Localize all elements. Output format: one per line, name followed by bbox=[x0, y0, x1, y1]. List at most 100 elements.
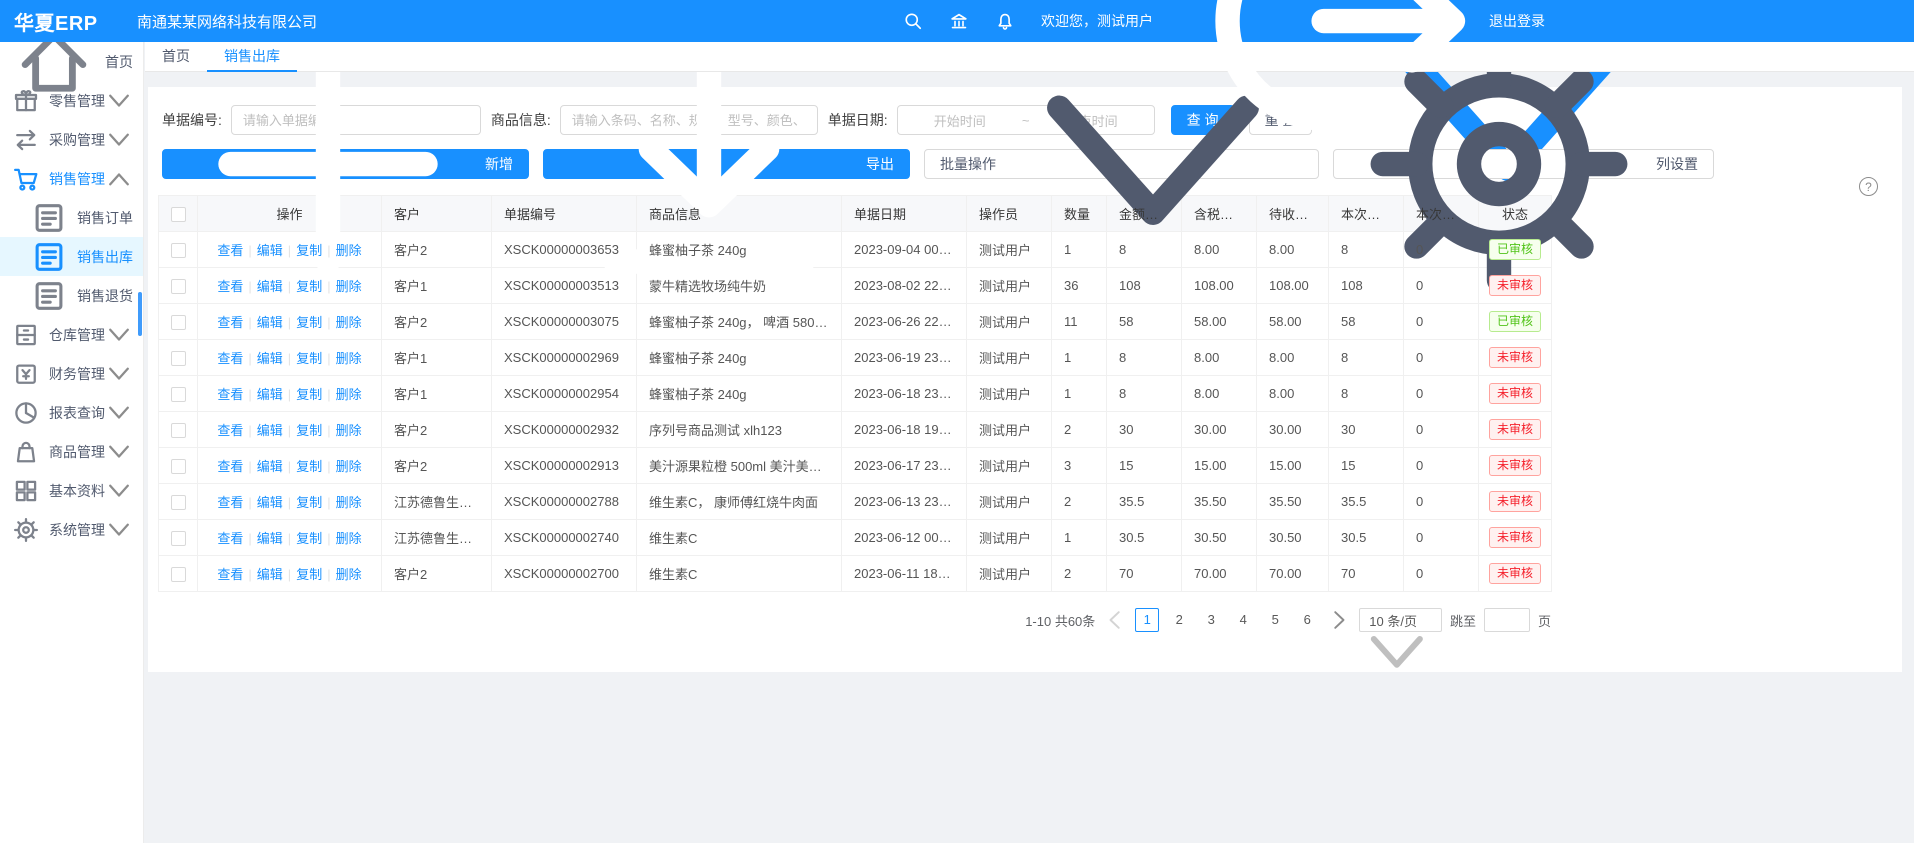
action-delete-link[interactable]: 删除 bbox=[336, 351, 362, 366]
tab-home[interactable]: 首页 bbox=[145, 42, 207, 72]
action-separator: | bbox=[327, 315, 330, 330]
cell-amount-total: 70 bbox=[1107, 556, 1182, 592]
tenant-bank-icon[interactable] bbox=[949, 11, 969, 31]
action-edit-link[interactable]: 编辑 bbox=[257, 387, 283, 402]
notification-bell-icon[interactable] bbox=[995, 11, 1015, 31]
row-checkbox[interactable] bbox=[171, 531, 186, 546]
sidebar-item-reports[interactable]: 报表查询 bbox=[0, 393, 143, 432]
sidebar-item-sales-return[interactable]: 销售退货 bbox=[0, 276, 143, 315]
table-row: 查看|编辑|复制|删除客户1XSCK00000002969蜂蜜柚子茶 240g2… bbox=[159, 340, 1552, 376]
action-view-link[interactable]: 查看 bbox=[217, 351, 243, 366]
sidebar-item-goods[interactable]: 商品管理 bbox=[0, 432, 143, 471]
action-copy-link[interactable]: 复制 bbox=[296, 243, 322, 258]
action-edit-link[interactable]: 编辑 bbox=[257, 423, 283, 438]
action-copy-link[interactable]: 复制 bbox=[296, 567, 322, 582]
cell-actions: 查看|编辑|复制|删除 bbox=[198, 556, 382, 592]
sidebar-scrollbar-thumb[interactable] bbox=[138, 292, 142, 336]
pagination-page-4[interactable]: 4 bbox=[1231, 608, 1255, 632]
status-badge: 已审核 bbox=[1489, 311, 1541, 332]
status-badge: 未审核 bbox=[1489, 347, 1541, 368]
action-copy-link[interactable]: 复制 bbox=[296, 495, 322, 510]
export-button[interactable]: 导出 bbox=[543, 149, 910, 179]
action-view-link[interactable]: 查看 bbox=[217, 495, 243, 510]
action-view-link[interactable]: 查看 bbox=[217, 567, 243, 582]
action-view-link[interactable]: 查看 bbox=[217, 243, 243, 258]
row-checkbox[interactable] bbox=[171, 567, 186, 582]
cell-date: 2023-06-18 19:49:39 bbox=[842, 412, 967, 448]
action-copy-link[interactable]: 复制 bbox=[296, 315, 322, 330]
action-delete-link[interactable]: 删除 bbox=[336, 243, 362, 258]
sidebar-item-sales-order[interactable]: 销售订单 bbox=[0, 198, 143, 237]
action-edit-link[interactable]: 编辑 bbox=[257, 315, 283, 330]
row-checkbox[interactable] bbox=[171, 315, 186, 330]
action-edit-link[interactable]: 编辑 bbox=[257, 351, 283, 366]
column-settings-label: 列设置 bbox=[1656, 154, 1698, 174]
row-checkbox[interactable] bbox=[171, 387, 186, 402]
column-header-date: 单据日期 bbox=[842, 196, 967, 232]
page-size-select[interactable]: 10 条/页 bbox=[1359, 608, 1442, 632]
pagination-page-3[interactable]: 3 bbox=[1199, 608, 1223, 632]
action-copy-link[interactable]: 复制 bbox=[296, 531, 322, 546]
action-delete-link[interactable]: 删除 bbox=[336, 495, 362, 510]
sidebar-item-finance[interactable]: 财务管理 bbox=[0, 354, 143, 393]
action-view-link[interactable]: 查看 bbox=[217, 531, 243, 546]
action-separator: | bbox=[248, 567, 251, 582]
help-icon[interactable]: ? bbox=[1859, 177, 1878, 196]
action-delete-link[interactable]: 删除 bbox=[336, 315, 362, 330]
add-button[interactable]: 新增 bbox=[162, 149, 529, 179]
row-checkbox[interactable] bbox=[171, 351, 186, 366]
action-copy-link[interactable]: 复制 bbox=[296, 351, 322, 366]
action-edit-link[interactable]: 编辑 bbox=[257, 279, 283, 294]
sidebar-item-purchase[interactable]: 采购管理 bbox=[0, 120, 143, 159]
action-copy-link[interactable]: 复制 bbox=[296, 387, 322, 402]
action-edit-link[interactable]: 编辑 bbox=[257, 243, 283, 258]
action-view-link[interactable]: 查看 bbox=[217, 423, 243, 438]
sidebar-item-home[interactable]: 首页 bbox=[0, 42, 143, 81]
row-checkbox[interactable] bbox=[171, 279, 186, 294]
action-delete-link[interactable]: 删除 bbox=[336, 423, 362, 438]
sidebar-item-sales-outbound[interactable]: 销售出库 bbox=[0, 237, 143, 276]
tab-sales-outbound[interactable]: 销售出库 bbox=[207, 42, 297, 72]
row-checkbox[interactable] bbox=[171, 423, 186, 438]
action-view-link[interactable]: 查看 bbox=[217, 387, 243, 402]
search-icon[interactable] bbox=[903, 11, 923, 31]
action-view-link[interactable]: 查看 bbox=[217, 315, 243, 330]
pagination-page-5[interactable]: 5 bbox=[1263, 608, 1287, 632]
sidebar-item-sales[interactable]: 销售管理 bbox=[0, 159, 143, 198]
action-view-link[interactable]: 查看 bbox=[217, 459, 243, 474]
action-copy-link[interactable]: 复制 bbox=[296, 459, 322, 474]
action-delete-link[interactable]: 删除 bbox=[336, 387, 362, 402]
sidebar-item-system[interactable]: 系统管理 bbox=[0, 510, 143, 549]
action-delete-link[interactable]: 删除 bbox=[336, 279, 362, 294]
sidebar-item-label: 销售管理 bbox=[49, 169, 105, 189]
logout-button[interactable]: 退出登录 bbox=[1183, 0, 1545, 171]
action-edit-link[interactable]: 编辑 bbox=[257, 459, 283, 474]
action-separator: | bbox=[288, 459, 291, 474]
pagination-pages: 123456 bbox=[1135, 608, 1319, 632]
cell-received: 70 bbox=[1329, 556, 1404, 592]
action-view-link[interactable]: 查看 bbox=[217, 279, 243, 294]
row-checkbox[interactable] bbox=[171, 495, 186, 510]
action-edit-link[interactable]: 编辑 bbox=[257, 531, 283, 546]
action-delete-link[interactable]: 删除 bbox=[336, 459, 362, 474]
pagination-page-2[interactable]: 2 bbox=[1167, 608, 1191, 632]
action-separator: | bbox=[327, 243, 330, 258]
action-copy-link[interactable]: 复制 bbox=[296, 423, 322, 438]
row-checkbox[interactable] bbox=[171, 243, 186, 258]
pagination-page-1[interactable]: 1 bbox=[1135, 608, 1159, 632]
sidebar-item-warehouse[interactable]: 仓库管理 bbox=[0, 315, 143, 354]
action-edit-link[interactable]: 编辑 bbox=[257, 495, 283, 510]
row-checkbox[interactable] bbox=[171, 459, 186, 474]
pagination-prev-button[interactable] bbox=[1103, 608, 1127, 632]
action-delete-link[interactable]: 删除 bbox=[336, 567, 362, 582]
action-edit-link[interactable]: 编辑 bbox=[257, 567, 283, 582]
action-copy-link[interactable]: 复制 bbox=[296, 279, 322, 294]
select-all-checkbox[interactable] bbox=[171, 207, 186, 222]
gift-icon bbox=[12, 87, 40, 115]
action-delete-link[interactable]: 删除 bbox=[336, 531, 362, 546]
pagination-next-button[interactable] bbox=[1327, 608, 1351, 632]
pagination-page-6[interactable]: 6 bbox=[1295, 608, 1319, 632]
cell-qty: 2 bbox=[1052, 484, 1107, 520]
sidebar-item-basic-data[interactable]: 基本资料 bbox=[0, 471, 143, 510]
jump-page-input[interactable] bbox=[1484, 608, 1530, 632]
